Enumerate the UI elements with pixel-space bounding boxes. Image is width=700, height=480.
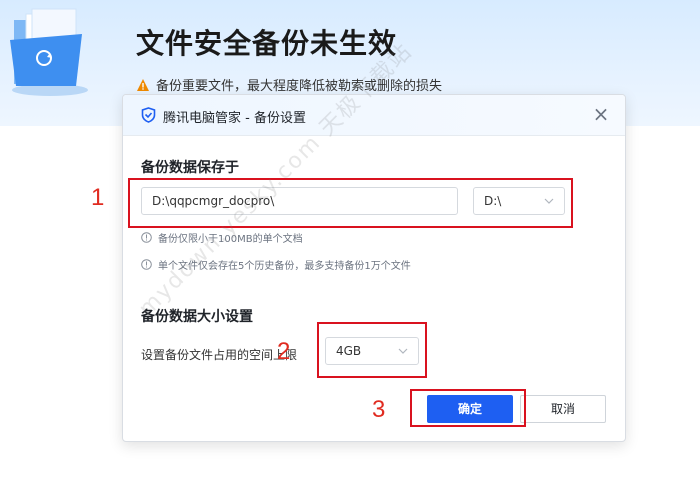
dialog-title: 腾讯电脑管家 - 备份设置 — [163, 111, 306, 126]
close-icon: × — [592, 102, 610, 126]
backup-location-heading: 备份数据保存于 — [141, 160, 239, 176]
page-title: 文件安全备份未生效 — [136, 27, 398, 60]
annotation-box-size — [317, 322, 427, 378]
info-icon — [141, 232, 152, 243]
annotation-box-path — [128, 178, 573, 228]
shield-logo-icon — [141, 107, 156, 123]
warning-text: 备份重要文件，最大程度降低被勒索或删除的损失 — [156, 79, 443, 94]
annotation-box-confirm — [410, 389, 526, 427]
annotation-number: 3 — [372, 396, 386, 423]
annotation-number: 2 — [277, 338, 291, 365]
size-limit-label: 设置备份文件占用的空间上限 — [141, 348, 298, 362]
info-icon — [141, 259, 152, 270]
annotation-number: 1 — [91, 184, 105, 211]
folder-icon — [10, 8, 88, 96]
close-button[interactable]: × — [591, 102, 611, 126]
cancel-button[interactable]: 取消 — [520, 395, 606, 423]
warning-icon — [137, 78, 149, 91]
